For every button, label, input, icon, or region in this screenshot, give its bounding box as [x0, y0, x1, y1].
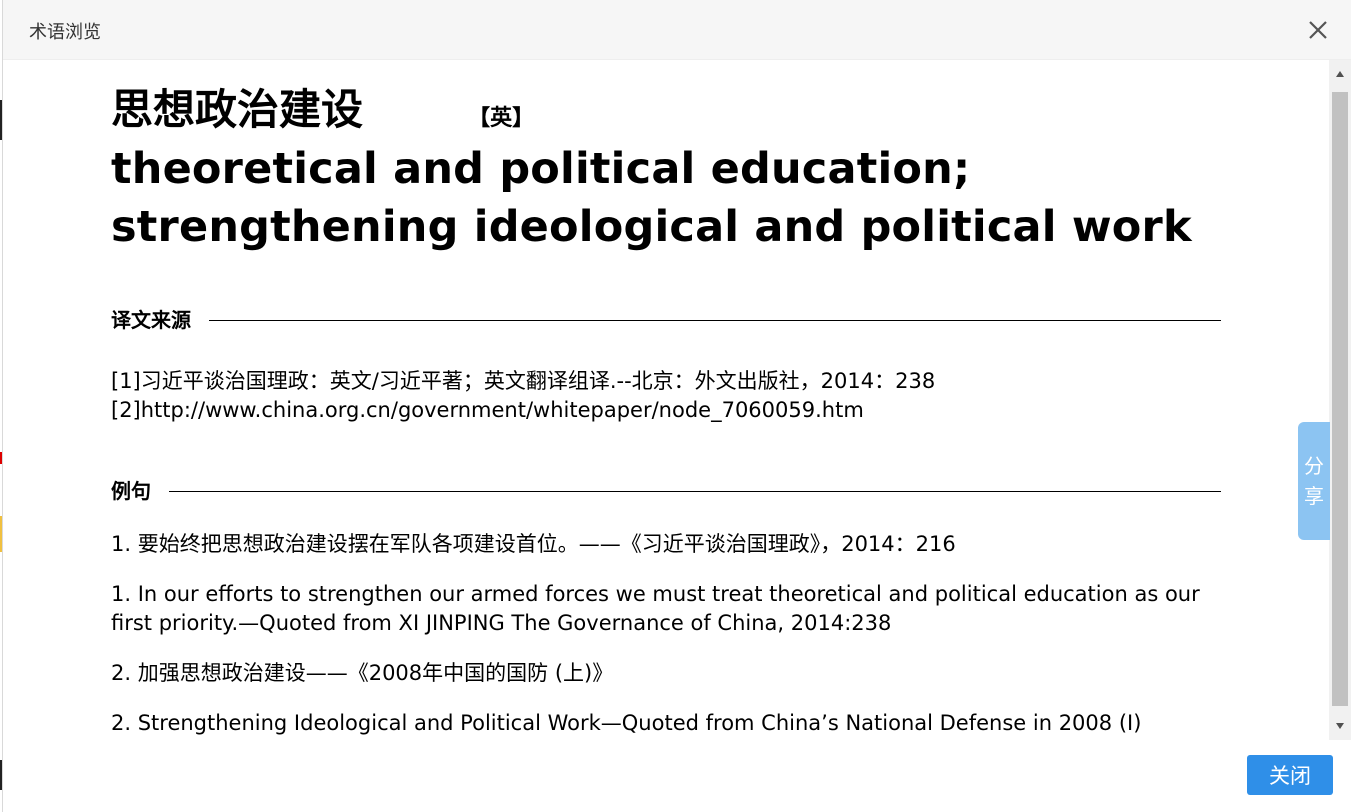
- scroll-up-arrow-icon[interactable]: [1329, 60, 1351, 88]
- vertical-scrollbar[interactable]: [1329, 60, 1351, 740]
- share-tab-label: 享: [1304, 484, 1324, 508]
- examples-section-header: 例句: [111, 475, 1221, 504]
- example-item: 2. 加强思想政治建设——《2008年中国的国防 (上)》: [111, 661, 614, 685]
- language-tag: 【英】: [468, 106, 535, 131]
- sources-section-header: 译文来源: [111, 304, 1221, 333]
- term-chinese: 思想政治建设: [111, 85, 364, 134]
- dialog-title: 术语浏览: [29, 22, 101, 43]
- section-divider: [169, 491, 1221, 492]
- scroll-down-arrow-icon[interactable]: [1329, 712, 1351, 740]
- share-tab-label: 分: [1304, 454, 1324, 478]
- examples-list: 1. 要始终把思想政治建设摆在军队各项建设首位。——《习近平谈治国理政》，201…: [111, 530, 1221, 738]
- example-item: 1. In our efforts to strengthen our arme…: [111, 582, 1200, 635]
- term-header: 思想政治建设 【英】: [111, 82, 1221, 138]
- example-item: 2. Strengthening Ideological and Politic…: [111, 711, 1142, 735]
- example-item: 1. 要始终把思想政治建设摆在军队各项建设首位。——《习近平谈治国理政》，201…: [111, 532, 956, 556]
- close-button[interactable]: 关闭: [1247, 755, 1333, 795]
- sources-list: [1]习近平谈治国理政：英文/习近平著；英文翻译组译.--北京：外文出版社，20…: [111, 367, 1221, 425]
- source-item: [2]http://www.china.org.cn/government/wh…: [111, 398, 864, 422]
- term-english: theoretical and political education; str…: [111, 144, 1192, 252]
- examples-section-title: 例句: [111, 479, 151, 503]
- term-browse-dialog: 术语浏览 思想政治建设 【英】 theoretical and politica…: [2, 0, 1351, 812]
- source-item: [1]习近平谈治国理政：英文/习近平著；英文翻译组译.--北京：外文出版社，20…: [111, 369, 936, 393]
- scrollbar-thumb[interactable]: [1332, 92, 1348, 706]
- close-icon[interactable]: [1307, 19, 1329, 41]
- term-content: 思想政治建设 【英】 theoretical and political edu…: [111, 82, 1221, 740]
- dialog-body[interactable]: 思想政治建设 【英】 theoretical and political edu…: [3, 60, 1328, 740]
- sources-section-title: 译文来源: [111, 308, 191, 332]
- share-tab[interactable]: 分 享: [1298, 422, 1330, 540]
- dialog-titlebar: 术语浏览: [3, 0, 1351, 60]
- section-divider: [209, 320, 1221, 321]
